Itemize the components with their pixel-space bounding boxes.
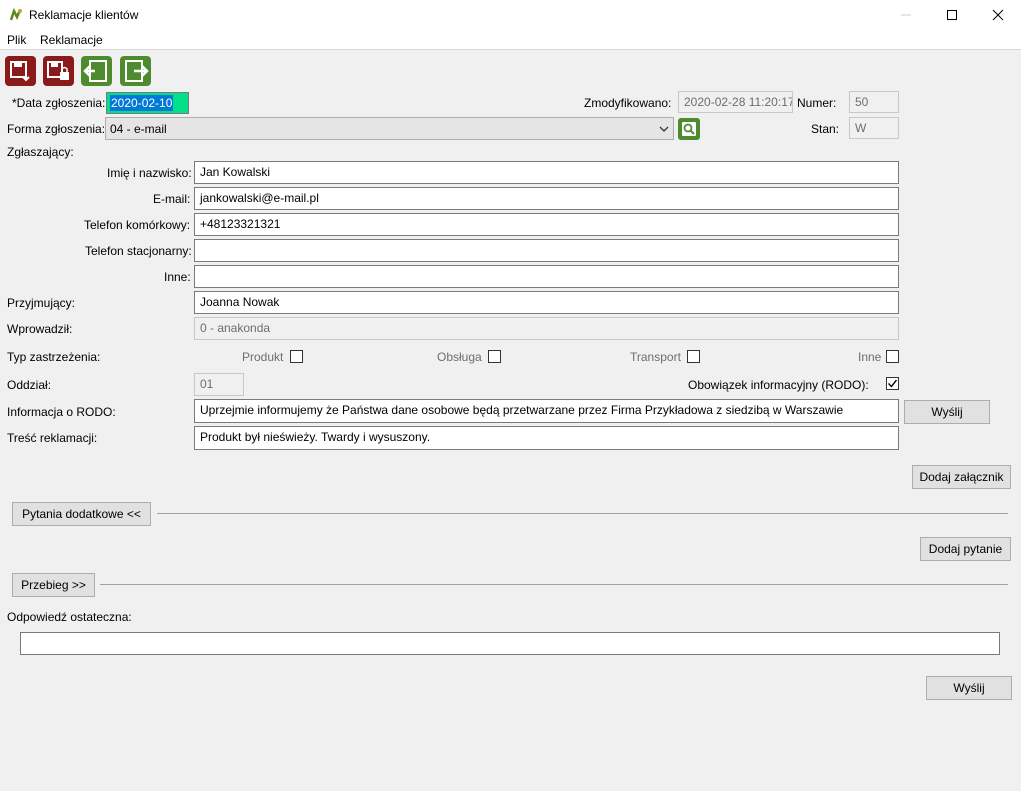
save-button[interactable]	[5, 56, 36, 86]
next-button[interactable]	[120, 56, 151, 86]
save-lock-button[interactable]	[43, 56, 74, 86]
maximize-icon	[947, 10, 957, 20]
pytania-dodatkowe-button[interactable]: Pytania dodatkowe <<	[12, 502, 151, 526]
maximize-button[interactable]	[929, 0, 975, 30]
forma-zgloszenia-select[interactable]: 04 - e-mail	[105, 117, 674, 140]
previous-button[interactable]	[81, 56, 112, 86]
minimize-button[interactable]	[883, 0, 929, 30]
zmodyfikowano-field: 2020-02-28 11:20:17	[678, 91, 793, 113]
typ-obsluga-checkbox[interactable]	[488, 350, 501, 363]
tresc-label: Treść reklamacji:	[7, 431, 98, 445]
rodo-send-button[interactable]: Wyślij	[904, 400, 990, 424]
typ-obsluga-label: Obsługa	[437, 350, 482, 364]
save-icon	[10, 61, 30, 82]
zmodyfikowano-label: Zmodyfikowano:	[584, 96, 672, 110]
chevron-down-icon	[659, 126, 669, 132]
pytania-separator	[157, 513, 1008, 514]
telefon-stacjonarny-label: Telefon stacjonarny:	[85, 244, 192, 258]
typ-inne-label: Inne	[858, 350, 882, 364]
dodaj-zalacznik-button[interactable]: Dodaj załącznik	[912, 465, 1011, 489]
typ-transport-label: Transport	[630, 350, 681, 364]
numer-label: Numer:	[797, 96, 837, 110]
telefon-stacjonarny-field[interactable]	[194, 239, 899, 262]
numer-field: 50	[849, 91, 899, 113]
obowiazek-checkbox[interactable]	[886, 377, 899, 390]
search-icon	[682, 122, 696, 136]
typ-produkt-checkbox[interactable]	[290, 350, 303, 363]
imie-field[interactable]: Jan Kowalski	[194, 161, 899, 184]
final-send-button[interactable]: Wyślij	[926, 676, 1012, 700]
data-zgloszenia-value: 2020-02-10	[110, 95, 174, 111]
menu-reklamacje[interactable]: Reklamacje	[40, 33, 103, 47]
app-icon	[8, 7, 24, 23]
close-button[interactable]	[975, 0, 1021, 30]
email-label: E-mail:	[153, 192, 191, 206]
typ-produkt-label: Produkt	[242, 350, 284, 364]
tresc-field[interactable]: Produkt był nieświeży. Twardy i wysuszon…	[194, 426, 899, 450]
odpowiedz-field[interactable]	[20, 632, 1000, 655]
rodo-field[interactable]: Uprzejmie informujemy że Państwa dane os…	[194, 399, 899, 423]
rodo-label: Informacja o RODO:	[7, 405, 116, 419]
zglaszajacy-label: Zgłaszający:	[7, 145, 74, 159]
inne-label: Inne:	[164, 270, 191, 284]
menu-plik[interactable]: Plik	[7, 33, 26, 47]
przyjmujacy-field[interactable]: Joanna Nowak	[194, 291, 899, 314]
email-field[interactable]: jankowalski@e-mail.pl	[194, 187, 899, 210]
window-title: Reklamacje klientów	[29, 8, 139, 22]
przebieg-button[interactable]: Przebieg >>	[12, 573, 95, 597]
telefon-komorkowy-label: Telefon komórkowy:	[84, 218, 191, 232]
imie-label: Imię i nazwisko:	[107, 166, 192, 180]
save-lock-icon	[47, 61, 69, 80]
obowiazek-label: Obowiązek informacyjny (RODO):	[688, 378, 869, 392]
title-bar	[0, 0, 1021, 30]
data-zgloszenia-label: *Data zgłoszenia:	[12, 96, 106, 110]
stan-label: Stan:	[811, 122, 840, 136]
telefon-komorkowy-field[interactable]: +48123321321	[194, 213, 899, 236]
forma-search-button[interactable]	[678, 118, 700, 140]
checkmark-icon	[888, 379, 898, 388]
typ-zastrzezenia-label: Typ zastrzeżenia:	[7, 350, 101, 364]
przebieg-separator	[100, 584, 1008, 585]
arrow-left-icon	[83, 60, 107, 82]
forma-zgloszenia-value: 04 - e-mail	[110, 122, 167, 136]
typ-inne-checkbox[interactable]	[886, 350, 899, 363]
typ-transport-checkbox[interactable]	[687, 350, 700, 363]
wprowadzil-field: 0 - anakonda	[194, 317, 899, 340]
wprowadzil-label: Wprowadził:	[7, 322, 73, 336]
inne-field[interactable]	[194, 265, 899, 288]
oddzial-field: 01	[194, 373, 244, 396]
oddzial-label: Oddział:	[7, 378, 52, 392]
menu-bar	[0, 30, 1021, 50]
close-icon	[992, 9, 1004, 21]
forma-zgloszenia-label: Forma zgłoszenia:	[7, 122, 106, 136]
data-zgloszenia-field[interactable]: 2020-02-10	[106, 92, 189, 114]
odpowiedz-label: Odpowiedź ostateczna:	[7, 610, 132, 624]
minimize-icon	[901, 14, 911, 16]
dodaj-pytanie-button[interactable]: Dodaj pytanie	[920, 537, 1011, 561]
arrow-right-icon	[125, 60, 149, 82]
stan-field: W	[849, 117, 899, 139]
przyjmujacy-label: Przyjmujący:	[7, 296, 76, 310]
